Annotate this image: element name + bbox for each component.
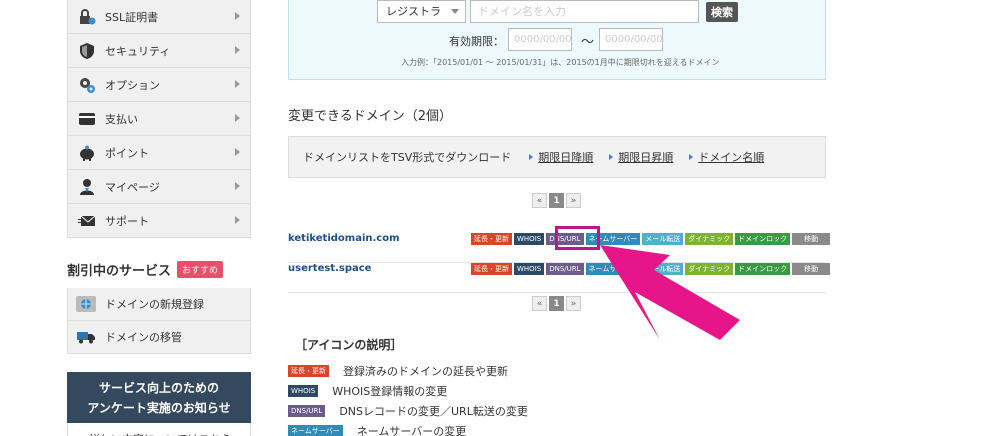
discount-services-heading: 割引中のサービス おすすめ (67, 258, 251, 280)
mail-icon (78, 212, 96, 230)
legend-row: 延長・更新 登録済みのドメインの延長や更新 (288, 363, 508, 379)
registrar-select-value: レジストラ (386, 5, 441, 18)
chevron-right-icon (235, 80, 240, 88)
download-link-name[interactable]: ドメイン名順 (689, 149, 764, 165)
piggy-bank-icon (78, 144, 96, 162)
whois-button[interactable]: WHOIS (514, 233, 545, 245)
legend-description: WHOIS登録情報の変更 (332, 385, 448, 398)
chevron-right-icon (235, 12, 240, 20)
move-button[interactable]: 移動 (792, 233, 831, 245)
sidebar-item-label: オプション (105, 78, 160, 92)
pager-current[interactable]: 1 (549, 296, 564, 311)
gear-icon (78, 76, 96, 94)
legend-tag-renew: 延長・更新 (288, 365, 329, 377)
chevron-down-icon (451, 9, 459, 14)
renew-button[interactable]: 延長・更新 (471, 233, 512, 245)
triangle-right-icon (529, 154, 534, 160)
domain-name[interactable]: usertest.space (288, 263, 371, 274)
domain-search-panel: レジストラ 検索 有効期限： 〜 入力例：「2015/01/01 〜 2015/… (288, 0, 826, 80)
sidebar-item-points[interactable]: ポイント (68, 136, 250, 170)
legend-description: 登録済みのドメインの延長や更新 (343, 365, 508, 378)
search-button[interactable]: 検索 (706, 2, 738, 22)
chevron-right-icon (235, 216, 240, 224)
pointer-arrow-icon (600, 245, 740, 340)
discount-item-label: ドメインの移管 (105, 331, 182, 344)
truck-icon (76, 328, 96, 346)
sidebar-item-label: サポート (105, 214, 149, 228)
expiry-label: 有効期限： (449, 35, 504, 48)
chevron-right-icon (235, 148, 240, 156)
legend-row: DNS/URL DNSレコードの変更／URL転送の変更 (288, 403, 528, 419)
main-content: レジストラ 検索 有効期限： 〜 入力例：「2015/01/01 〜 2015/… (288, 0, 831, 436)
editable-domains-title: 変更できるドメイン（2個） (288, 109, 453, 124)
download-link-label: 期限日降順 (538, 151, 594, 164)
discount-item-label: ドメインの新規登録 (105, 298, 204, 311)
discount-item-new-registration[interactable]: ドメインの新規登録 (68, 288, 250, 321)
pager-current[interactable]: 1 (549, 193, 564, 208)
survey-detail[interactable]: ・詳しい内容についてはこちら (67, 423, 251, 436)
ssl-lock-icon (78, 8, 96, 26)
user-icon (78, 178, 96, 196)
sidebar-item-label: セキュリティ (105, 44, 171, 58)
sidebar-item-support[interactable]: サポート (68, 204, 250, 238)
download-link-label: 期限日昇順 (618, 151, 674, 164)
triangle-right-icon (609, 154, 614, 160)
discount-item-transfer[interactable]: ドメインの移管 (68, 321, 250, 354)
sidebar-menu: SSL証明書 セキュリティ オプション 支払い ポイント マイページ サポート (67, 0, 251, 238)
chevron-right-icon (235, 182, 240, 190)
legend-tag-whois: WHOIS (288, 385, 319, 397)
survey-banner[interactable]: サービス向上のための アンケート実施のお知らせ (67, 372, 251, 423)
shield-icon (78, 42, 96, 60)
domain-name[interactable]: ketiketidomain.com (288, 233, 400, 244)
date-input-example: 入力例：「2015/01/01 〜 2015/01/31」は、2015の1月中に… (401, 58, 720, 67)
legend-row: ネームサーバー ネームサーバーの変更 (288, 423, 466, 436)
pager-prev[interactable]: « (532, 193, 547, 208)
download-link-label: ドメイン名順 (698, 151, 765, 164)
legend-description: ネームサーバーの変更 (356, 425, 467, 436)
date-range-separator: 〜 (581, 35, 595, 50)
domain-search-input[interactable] (470, 0, 699, 23)
sidebar-item-label: 支払い (105, 112, 138, 126)
expiry-to-input[interactable] (599, 28, 663, 51)
pager-next[interactable]: » (566, 193, 581, 208)
pager-next[interactable]: » (566, 296, 581, 311)
legend-tag-nameserver: ネームサーバー (288, 425, 343, 436)
sidebar-item-label: SSL証明書 (105, 10, 159, 24)
sidebar-item-security[interactable]: セキュリティ (68, 34, 250, 68)
sidebar-item-label: マイページ (105, 180, 160, 194)
sidebar-item-label: ポイント (105, 146, 149, 160)
globe-icon (76, 295, 96, 313)
icon-legend-title: ［アイコンの説明］ (295, 338, 403, 352)
download-link-expiry-asc[interactable]: 期限日昇順 (609, 149, 673, 165)
download-bar: ドメインリストをTSV形式でダウンロード 期限日降順 期限日昇順 ドメイン名順 (288, 136, 826, 178)
expiry-from-input[interactable] (508, 28, 572, 51)
download-label: ドメインリストをTSV形式でダウンロード (303, 151, 512, 164)
survey-line-1: サービス向上のための (98, 381, 219, 395)
discount-list: ドメインの新規登録 ドメインの移管 (67, 288, 251, 354)
legend-row: WHOIS WHOIS登録情報の変更 (288, 383, 447, 399)
sidebar-item-ssl[interactable]: SSL証明書 (68, 0, 250, 34)
move-button[interactable]: 移動 (792, 263, 831, 275)
renew-button[interactable]: 延長・更新 (471, 263, 512, 275)
pager-top: « 1 » (532, 193, 581, 208)
recommended-badge: おすすめ (177, 260, 224, 278)
sidebar-item-mypage[interactable]: マイページ (68, 170, 250, 204)
sidebar: SSL証明書 セキュリティ オプション 支払い ポイント マイページ サポート … (67, 0, 251, 436)
dns-url-button[interactable]: DNS/URL (546, 263, 584, 275)
legend-tag-dns-url: DNS/URL (288, 405, 326, 417)
legend-description: DNSレコードの変更／URL転送の変更 (339, 405, 528, 418)
chevron-right-icon (235, 46, 240, 54)
whois-button[interactable]: WHOIS (514, 263, 545, 275)
chevron-right-icon (235, 114, 240, 122)
sidebar-item-payment[interactable]: 支払い (68, 102, 250, 136)
discount-services-title: 割引中のサービス (67, 263, 172, 279)
triangle-right-icon (689, 154, 694, 160)
registrar-select[interactable]: レジストラ (377, 0, 466, 23)
survey-line-2: アンケート実施のお知らせ (87, 401, 231, 415)
sidebar-item-options[interactable]: オプション (68, 68, 250, 102)
download-link-expiry-desc[interactable]: 期限日降順 (529, 149, 593, 165)
pager-prev[interactable]: « (532, 296, 547, 311)
credit-card-icon (78, 110, 96, 128)
pager-bottom: « 1 » (532, 296, 581, 311)
